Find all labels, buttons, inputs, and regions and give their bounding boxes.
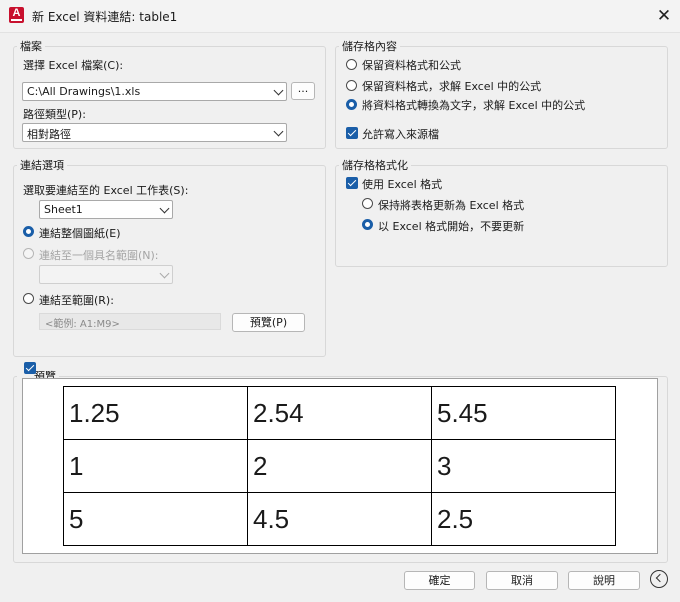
link-whole-sheet-radio[interactable] xyxy=(23,226,34,237)
link-whole-sheet-label: 連結整個圖紙(E) xyxy=(39,227,121,240)
table-cell: 5.45 xyxy=(431,386,616,440)
collapse-arrow-icon[interactable] xyxy=(650,570,668,588)
table-cell: 2.54 xyxy=(247,386,432,440)
sheet-value: Sheet1 xyxy=(44,203,83,216)
chevron-down-icon xyxy=(273,85,284,96)
cancel-button[interactable]: 取消 xyxy=(486,571,558,590)
chevron-down-icon xyxy=(159,268,170,279)
excel-file-value: C:\All Drawings\1.xls xyxy=(27,85,141,98)
autocad-app-icon: A xyxy=(9,7,24,23)
sheet-select-label: 選取要連結至的 Excel 工作表(S): xyxy=(23,184,189,197)
path-type-value: 相對路徑 xyxy=(27,128,71,141)
cell-contents-legend: 儲存格內容 xyxy=(342,40,397,53)
keep-format-solve-label: 保留資料格式，求解 Excel 中的公式 xyxy=(362,80,542,93)
app-icon-letter: A xyxy=(12,7,21,19)
table-cell: 1 xyxy=(63,439,248,493)
file-group-legend: 檔案 xyxy=(20,40,42,53)
keep-updating-format-radio[interactable] xyxy=(362,198,373,209)
table-cell: 2 xyxy=(247,439,432,493)
use-excel-format-checkbox[interactable] xyxy=(346,177,358,189)
link-options-legend: 連結選項 xyxy=(20,159,64,172)
help-button[interactable]: 說明 xyxy=(568,571,640,590)
table-cell: 3 xyxy=(431,439,616,493)
keep-updating-format-label: 保持將表格更新為 Excel 格式 xyxy=(378,199,525,212)
start-excel-format-radio[interactable] xyxy=(362,219,373,230)
keep-format-solve-radio[interactable] xyxy=(346,80,357,91)
ok-button[interactable]: 確定 xyxy=(404,571,475,590)
sheet-dropdown[interactable]: Sheet1 xyxy=(39,200,173,219)
chevron-down-icon xyxy=(159,203,170,214)
keep-format-formula-radio[interactable] xyxy=(346,59,357,70)
table-row: 5 4.5 2.5 xyxy=(63,492,616,546)
keep-format-formula-label: 保留資料格式和公式 xyxy=(362,59,461,72)
allow-writeback-label: 允許寫入來源檔 xyxy=(362,128,439,141)
preview-area: 1.25 2.54 5.45 1 2 3 5 4.5 2.5 xyxy=(22,378,658,554)
cell-formatting-legend: 儲存格格式化 xyxy=(342,159,408,172)
named-range-dropdown[interactable] xyxy=(39,265,173,284)
select-excel-file-label: 選擇 Excel 檔案(C): xyxy=(23,59,124,72)
preview-button[interactable]: 預覽(P) xyxy=(232,313,305,332)
use-excel-format-label: 使用 Excel 格式 xyxy=(362,178,443,191)
table-row: 1 2 3 xyxy=(63,439,616,493)
excel-file-dropdown[interactable]: C:\All Drawings\1.xls xyxy=(22,82,287,101)
table-cell: 1.25 xyxy=(63,386,248,440)
start-excel-format-label: 以 Excel 格式開始，不要更新 xyxy=(378,220,525,233)
link-range-radio[interactable] xyxy=(23,293,34,304)
table-cell: 2.5 xyxy=(431,492,616,546)
preview-checkbox[interactable] xyxy=(24,362,36,374)
window-title: 新 Excel 資料連結: table1 xyxy=(32,10,178,24)
link-named-range-label: 連結至一個具名範圍(N): xyxy=(39,249,159,262)
preview-table: 1.25 2.54 5.45 1 2 3 5 4.5 2.5 xyxy=(63,386,616,546)
range-input[interactable]: <範例: A1:M9> xyxy=(39,313,221,330)
close-icon[interactable]: ✕ xyxy=(653,5,675,27)
convert-to-text-radio[interactable] xyxy=(346,99,357,110)
path-type-dropdown[interactable]: 相對路徑 xyxy=(22,123,287,142)
convert-to-text-label: 將資料格式轉換為文字，求解 Excel 中的公式 xyxy=(362,99,586,112)
link-named-range-radio[interactable] xyxy=(23,248,34,259)
table-cell: 4.5 xyxy=(247,492,432,546)
path-type-label: 路徑類型(P): xyxy=(23,108,86,121)
table-row: 1.25 2.54 5.45 xyxy=(63,386,616,440)
table-cell: 5 xyxy=(63,492,248,546)
allow-writeback-checkbox[interactable] xyxy=(346,127,358,139)
chevron-down-icon xyxy=(273,126,284,137)
browse-button[interactable]: ... xyxy=(291,82,315,100)
link-range-label: 連結至範圍(R): xyxy=(39,294,114,307)
